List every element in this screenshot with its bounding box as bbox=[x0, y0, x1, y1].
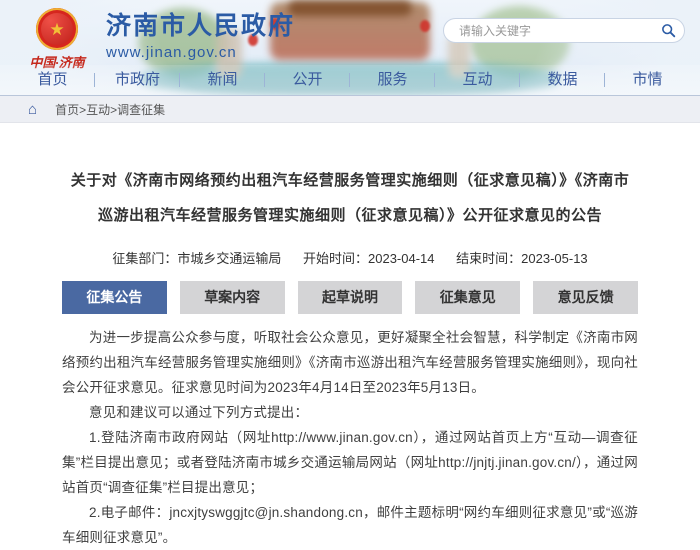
tab-collection-notice[interactable]: 征集公告 bbox=[62, 281, 167, 314]
site-title[interactable]: 济南市人民政府 bbox=[106, 12, 295, 41]
tab-opinion-feedback[interactable]: 意见反馈 bbox=[533, 281, 638, 314]
nav-item-news[interactable]: 新闻 bbox=[180, 65, 265, 95]
article-paragraph: 1.登陆济南市政府网站（网址http://www.jinan.gov.cn），通… bbox=[62, 425, 638, 500]
nav-item-home[interactable]: 首页 bbox=[10, 65, 95, 95]
meta-end-label: 结束时间： bbox=[456, 251, 521, 266]
nav-item-government[interactable]: 市政府 bbox=[95, 65, 180, 95]
tab-submit-opinions[interactable]: 征集意见 bbox=[415, 281, 520, 314]
meta-end-value: 2023-05-13 bbox=[521, 251, 588, 266]
page-title: 关于对《济南市网络预约出租汽车经营服务管理实施细则（征求意见稿）》《济南市巡游出… bbox=[67, 163, 633, 233]
article-paragraph: 意见和建议可以通过下列方式提出： bbox=[62, 400, 638, 425]
meta-start-time: 开始时间：2023-04-14 bbox=[303, 251, 435, 266]
article-tabs: 征集公告 草案内容 起草说明 征集意见 意见反馈 bbox=[62, 281, 638, 314]
article-paragraph: 2.电子邮件：jncxjtyswggjtc@jn.shandong.cn，邮件主… bbox=[62, 500, 638, 550]
search-box[interactable] bbox=[443, 18, 685, 43]
meta-end-time: 结束时间：2023-05-13 bbox=[456, 251, 588, 266]
meta-department-value: 市城乡交通运输局 bbox=[177, 251, 281, 266]
article-container: 关于对《济南市网络预约出租汽车经营服务管理实施细则（征求意见稿）》《济南市巡游出… bbox=[0, 123, 700, 550]
home-icon[interactable]: ⌂ bbox=[28, 102, 37, 117]
tab-draft-content[interactable]: 草案内容 bbox=[180, 281, 285, 314]
article-body: 为进一步提高公众参与度，听取社会公众意见，更好凝聚全社会智慧，科学制定《济南市网… bbox=[62, 325, 638, 550]
meta-start-label: 开始时间： bbox=[303, 251, 368, 266]
nav-item-interaction[interactable]: 互动 bbox=[435, 65, 520, 95]
article-meta: 征集部门：市城乡交通运输局 开始时间：2023-04-14 结束时间：2023-… bbox=[62, 248, 638, 267]
search-icon[interactable] bbox=[661, 23, 676, 38]
site-logo[interactable]: ★ 中国·济南 bbox=[18, 8, 96, 71]
article-paragraph: 为进一步提高公众参与度，听取社会公众意见，更好凝聚全社会智慧，科学制定《济南市网… bbox=[62, 325, 638, 400]
nav-item-services[interactable]: 服务 bbox=[350, 65, 435, 95]
search-input[interactable] bbox=[457, 23, 661, 39]
national-emblem-icon: ★ bbox=[36, 8, 78, 50]
breadcrumb-bar: ⌂ 首页>互动>调查征集 bbox=[0, 96, 700, 123]
main-nav: 首页 市政府 新闻 公开 服务 互动 数据 市情 bbox=[0, 65, 700, 95]
meta-department: 征集部门：市城乡交通运输局 bbox=[112, 251, 281, 266]
meta-department-label: 征集部门： bbox=[112, 251, 177, 266]
site-header: ★ 中国·济南 济南市人民政府 www.jinan.gov.cn 首页 市政府 … bbox=[0, 0, 700, 96]
site-url[interactable]: www.jinan.gov.cn bbox=[106, 44, 295, 61]
nav-item-data[interactable]: 数据 bbox=[520, 65, 605, 95]
tab-drafting-notes[interactable]: 起草说明 bbox=[298, 281, 403, 314]
breadcrumb[interactable]: 首页>互动>调查征集 bbox=[55, 101, 165, 118]
meta-start-value: 2023-04-14 bbox=[368, 251, 435, 266]
nav-item-disclosure[interactable]: 公开 bbox=[265, 65, 350, 95]
nav-item-city-info[interactable]: 市情 bbox=[605, 65, 690, 95]
